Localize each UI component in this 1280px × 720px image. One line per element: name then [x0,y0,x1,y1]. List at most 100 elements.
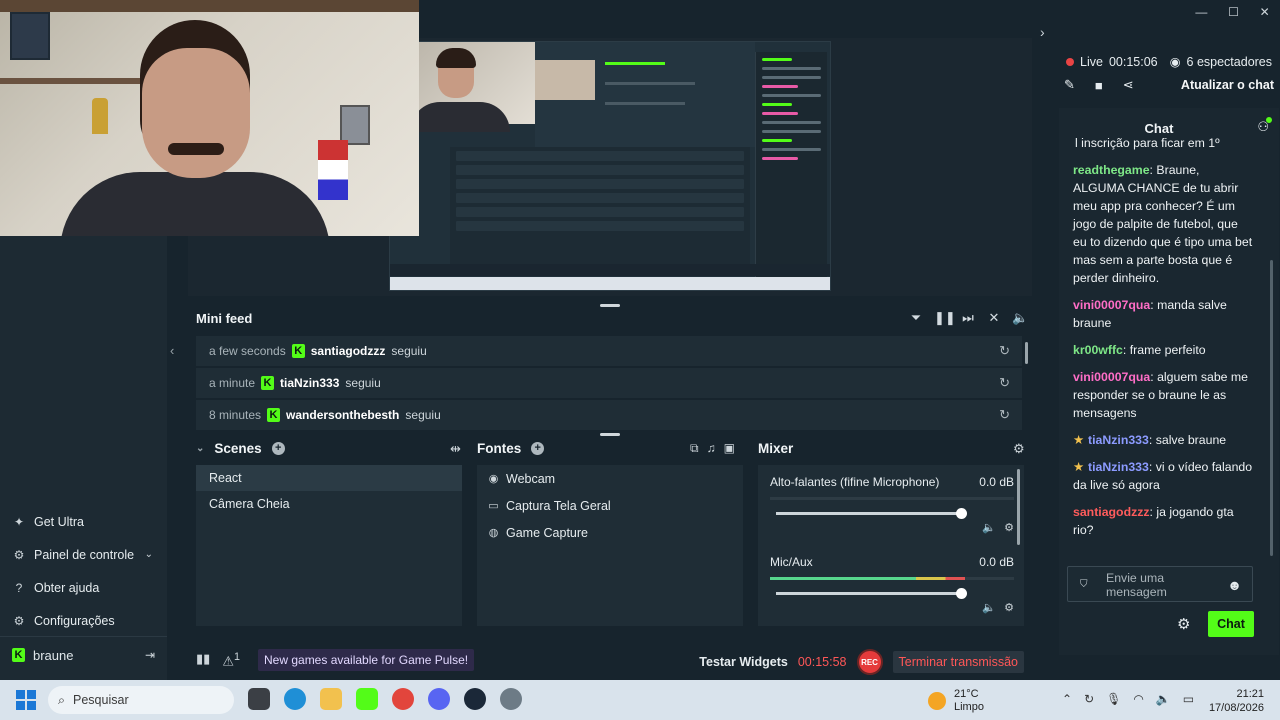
end-stream-button[interactable]: Terminar transmissão [892,651,1024,673]
send-chat-button[interactable]: Chat [1208,611,1254,637]
users-icon[interactable]: ⚇ [1257,117,1272,135]
channel-controls: 🔈 ⚙ [982,601,1014,614]
chevron-up-icon[interactable]: ⌃ [1062,692,1072,706]
notification-banner[interactable]: New games available for Game Pulse! [258,649,475,671]
steam-app-icon[interactable] [464,688,486,710]
chat-messages: l inscrição para ficar em 1º readthegame… [1073,136,1253,548]
volume-icon[interactable]: 🔈 [1012,310,1028,326]
filter-icon[interactable]: ⏷ [908,310,924,326]
chat-username[interactable]: kr00wffc [1073,343,1123,357]
volume-knob[interactable] [956,588,967,599]
camera-icon[interactable]: ■ [1095,78,1103,93]
copy-icon[interactable]: ⧉ [690,441,699,456]
scene-item[interactable]: React [196,465,462,491]
settings-app-icon[interactable] [500,688,522,710]
folder-icon[interactable]: ▣ [724,441,735,456]
sidebar-item-settings[interactable]: ⚙ Configurações [0,604,167,637]
windows-start-icon[interactable] [16,690,36,710]
clock[interactable]: 21:21 17/08/2026 [1209,687,1264,715]
scenes-list: React Câmera Cheia [196,465,462,626]
sidebar-item-label: Configurações [34,613,115,628]
source-item[interactable]: ◉ Webcam [477,465,743,492]
add-source-icon[interactable]: + [531,442,545,455]
chat-input[interactable]: ⛉ Envie uma mensagem ☻ [1067,566,1253,602]
chat-username[interactable]: vini00007qua [1073,370,1150,384]
chevron-right-icon[interactable]: › [1040,24,1045,40]
chat-username[interactable]: tiaNzin333 [1088,460,1149,474]
gear-icon[interactable]: ⚙ [1177,615,1190,633]
volume-slider[interactable] [776,588,967,599]
volume-knob[interactable] [956,508,967,519]
replay-icon[interactable]: ↻ [999,375,1010,391]
sidebar-menu: ✦ Get Ultra ⚙ Painel de controle ⌄ ? Obt… [0,505,167,637]
chevron-down-icon[interactable]: ⌄ [196,443,204,454]
source-item[interactable]: ◍ Game Capture [477,519,743,546]
wifi-icon[interactable]: ◠ [1133,692,1143,706]
test-widgets-button[interactable]: Testar Widgets [699,655,788,669]
volume-icon[interactable]: 🔈 [982,601,996,614]
scene-item[interactable]: Câmera Cheia [196,491,462,517]
scrollbar[interactable] [1017,469,1020,545]
chat-username[interactable]: santiagodzzz [1073,505,1150,519]
event-user[interactable]: santiagodzzz [311,344,386,358]
audio-icon[interactable]: ♫ [707,441,716,456]
edit-icon[interactable]: ✎ [1064,77,1075,93]
sidebar-item-get-ultra[interactable]: ✦ Get Ultra [0,505,167,538]
maximize-icon[interactable]: ☐ [1228,5,1239,19]
volume-icon[interactable]: 🔈 [982,521,996,534]
chat-username[interactable]: readthegame [1073,163,1150,177]
chrome-app-icon[interactable] [392,688,414,710]
weather-widget[interactable]: 21°C Limpo [928,688,984,714]
refresh-chat-button[interactable]: Atualizar o chat [1181,78,1274,92]
chat-username[interactable]: tiaNzin333 [1088,433,1149,447]
chat-username[interactable]: vini00007qua [1073,298,1150,312]
sidebar-item-help[interactable]: ? Obter ajuda [0,571,167,604]
share-icon[interactable]: ⋖ [1123,77,1134,93]
chat-message: ★ tiaNzin333: salve braune [1073,431,1253,449]
rec-button[interactable]: REC [856,649,883,675]
scrollbar[interactable] [1025,342,1028,364]
replay-icon[interactable]: ↻ [999,407,1010,423]
transition-icon[interactable]: ⇹ [450,441,461,457]
chat-text: Braune, ALGUMA CHANCE de tu abrir meu ap… [1073,163,1253,285]
scrollbar[interactable] [1270,260,1273,556]
chevron-left-icon[interactable]: ‹ [170,343,174,358]
right-panel: Live 00:15:06 ◉ 6 espectadores ✎ ■ ⋖ Atu… [1058,42,1280,656]
temperature: 21°C [954,688,979,700]
mute-alerts-icon[interactable]: ✕ [986,310,1002,326]
folder-app-icon[interactable] [320,688,342,710]
preview-row [456,207,744,217]
chat-panel: Chat ⚇ l inscrição para ficar em 1º read… [1059,108,1279,655]
gear-icon[interactable]: ⚙ [1013,441,1025,457]
event-user[interactable]: wandersonthebesth [286,408,399,422]
close-icon[interactable]: ✕ [1260,5,1270,19]
status-icons: ▮▮ ⚠1 [196,651,240,669]
microphone-icon[interactable]: 🎙 [1106,692,1121,706]
volume-slider[interactable] [776,508,967,519]
sidebar-item-dashboard[interactable]: ⚙ Painel de controle ⌄ [0,538,167,571]
discord-app-icon[interactable] [428,688,450,710]
stats-icon[interactable]: ▮▮ [196,651,210,669]
edge-app-icon[interactable] [284,688,306,710]
kick-studio-app-icon[interactable] [356,688,378,710]
minimize-icon[interactable]: — [1195,5,1207,19]
gear-icon[interactable]: ⚙ [1004,601,1014,614]
sync-icon[interactable]: ↻ [1084,692,1094,706]
warning-icon[interactable]: ⚠1 [222,651,240,669]
gear-icon[interactable]: ⚙ [1004,521,1014,534]
user-profile[interactable]: K braune ⇥ [0,640,167,670]
background-flag [318,140,348,200]
source-item[interactable]: ▭ Captura Tela Geral [477,492,743,519]
battery-icon[interactable]: ▭ [1183,692,1194,706]
logout-icon[interactable]: ⇥ [145,648,155,662]
event-user[interactable]: tiaNzin333 [280,376,339,390]
file-explorer-app-icon[interactable] [248,688,270,710]
taskbar-search[interactable]: ⌕ Pesquisar [48,686,234,714]
speaker-icon[interactable]: 🔈 [1156,692,1171,706]
add-scene-icon[interactable]: + [271,442,285,455]
pause-icon[interactable]: ❚❚ [934,310,956,326]
emoji-icon[interactable]: ☻ [1227,577,1242,593]
replay-icon[interactable]: ↻ [999,343,1010,359]
sidebar-item-label: Obter ajuda [34,580,100,595]
skip-icon[interactable]: ⏭ [960,310,976,326]
